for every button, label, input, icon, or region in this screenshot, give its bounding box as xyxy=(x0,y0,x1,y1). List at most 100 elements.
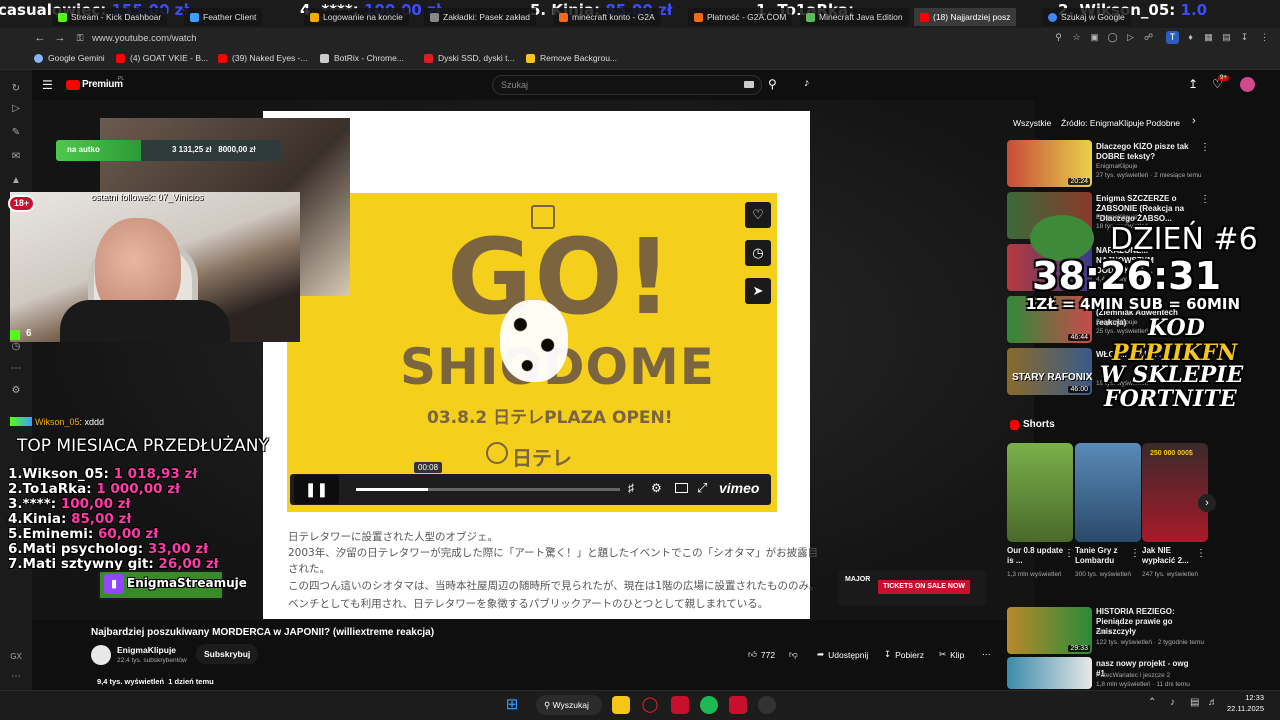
browser-tab-active[interactable]: (18) Najjardziej posz xyxy=(914,8,1017,26)
channel-name[interactable]: EnigmaKlipuje xyxy=(117,645,176,655)
vimeo-logo[interactable]: vimeo xyxy=(719,480,759,496)
short-thumbnail[interactable] xyxy=(1142,443,1208,542)
youtube-logo-icon[interactable] xyxy=(66,80,80,90)
share-icon[interactable]: ➤ xyxy=(745,278,771,304)
short-thumbnail[interactable] xyxy=(1007,443,1073,542)
network-icon[interactable]: ▤ xyxy=(1190,697,1199,708)
short-title[interactable]: Tanie Gry z Lombardu xyxy=(1075,546,1131,566)
short-title[interactable]: Jak NIE wypłacić 2... xyxy=(1142,546,1198,566)
pip-icon[interactable] xyxy=(675,483,688,493)
mute-icon[interactable]: ♯ xyxy=(628,481,634,495)
tray-chevron-icon[interactable]: ⌃ xyxy=(1148,697,1156,708)
youtube-logo-text[interactable]: Premium xyxy=(82,79,123,90)
volume-icon[interactable]: ♬ xyxy=(1208,697,1218,708)
channel-avatar[interactable] xyxy=(91,645,111,665)
spotify-icon[interactable] xyxy=(700,696,718,714)
bookmark-item[interactable]: BotRix - Chrome... xyxy=(320,53,404,63)
windows-start-icon[interactable]: ⊞ xyxy=(503,696,521,714)
more-icon[interactable]: ⋮ xyxy=(1130,548,1140,559)
extension-icon[interactable]: T xyxy=(1166,31,1179,44)
bookmark-item[interactable]: Dyski SSD, dyski t... xyxy=(424,53,515,63)
app-icon[interactable] xyxy=(671,696,689,714)
video-channel[interactable]: EnigmaKlipuje xyxy=(1096,214,1138,221)
pause-button[interactable]: ❚❚ xyxy=(294,475,339,504)
clock-date[interactable]: 22.11.2025 xyxy=(1222,704,1264,713)
pip-icon[interactable] xyxy=(531,205,555,229)
browser-tab[interactable]: Minecraft Java Edition xyxy=(800,8,909,26)
bookmark-item[interactable]: (4) GOAT VKIE - B... xyxy=(116,53,208,63)
search-input[interactable]: Szukaj xyxy=(492,75,762,95)
play-icon[interactable]: ▷ xyxy=(1124,31,1137,44)
browser-tab[interactable]: Szukaj w Google xyxy=(1042,8,1131,26)
video-channel[interactable]: EnigmaKlipuje xyxy=(1096,319,1138,326)
keyboard-icon[interactable] xyxy=(744,81,754,88)
more-icon[interactable]: ⋮ xyxy=(1196,548,1206,559)
video-thumbnail[interactable] xyxy=(1007,657,1092,689)
player-icon[interactable]: ▷ xyxy=(9,102,23,116)
search-icon[interactable]: ⚲ xyxy=(768,77,777,91)
pen-icon[interactable]: ✎ xyxy=(9,126,23,140)
mic-tray-icon[interactable]: ♪ xyxy=(1170,697,1175,708)
ai-icon[interactable]: ▲ xyxy=(9,174,23,188)
fullscreen-icon[interactable]: ⤢ xyxy=(697,480,707,496)
like-heart-icon[interactable]: ♡ xyxy=(745,202,771,228)
opera-gx-icon[interactable]: ◯ xyxy=(641,696,659,714)
zoom-icon[interactable]: ⚲ xyxy=(1052,31,1065,44)
hamburger-icon[interactable]: ☰ xyxy=(42,78,53,92)
gx-icon[interactable]: GX xyxy=(9,650,23,664)
settings-icon[interactable]: ⚙ xyxy=(651,481,662,495)
more-icon[interactable]: ⋮ xyxy=(1200,194,1210,205)
avatar[interactable] xyxy=(1240,77,1255,92)
download-icon[interactable]: ↧ xyxy=(1238,31,1251,44)
voicemeeter-icon[interactable] xyxy=(729,696,747,714)
share-button[interactable]: ➦ Udostępnij xyxy=(817,649,868,660)
shield-icon[interactable]: ☍ xyxy=(1142,31,1155,44)
filter-chip-related[interactable]: Podobne xyxy=(1146,118,1180,128)
filter-chip-all[interactable]: Wszystkie xyxy=(1013,118,1051,128)
bookmark-item[interactable]: Remove Backgrou... xyxy=(526,53,617,63)
subscribe-button[interactable]: Subskrybuj xyxy=(196,644,259,664)
extension-icon[interactable]: ♦ xyxy=(1184,31,1197,44)
settings-icon[interactable]: ⚙ xyxy=(9,384,23,398)
filter-chip-source[interactable]: Źródło: EnigmaKlipuje xyxy=(1061,118,1144,128)
video-thumbnail[interactable]: 20:24 xyxy=(1007,140,1092,187)
menu-icon[interactable]: ⋮ xyxy=(1258,31,1271,44)
short-title[interactable]: Our 0.8 update is ... xyxy=(1007,546,1063,566)
watch-later-icon[interactable]: ◷ xyxy=(745,240,771,266)
mail-icon[interactable]: ✉ xyxy=(9,150,23,164)
more-icon[interactable]: ⋮ xyxy=(1064,548,1074,559)
download-button[interactable]: ↧ Pobierz xyxy=(884,649,924,660)
forward-icon[interactable]: → xyxy=(52,30,68,46)
chevron-right-icon[interactable]: › xyxy=(1192,115,1196,127)
more-icon[interactable]: ⋯ xyxy=(9,670,23,684)
clock-icon[interactable]: ◷ xyxy=(9,340,23,354)
bookmark-item[interactable]: (39) Naked Eyes -... xyxy=(218,53,308,63)
video-channel[interactable]: EnigmaKlipuje xyxy=(1096,163,1138,170)
video-channel[interactable]: PatecWariatec i jeszcze 2 xyxy=(1096,672,1170,679)
browser-tab[interactable]: Logowanie na koncie xyxy=(304,8,409,26)
history-icon[interactable]: ↻ xyxy=(9,82,23,96)
dislike-button[interactable]: 👎︎ xyxy=(789,649,798,660)
puzzle-icon[interactable]: ▦ xyxy=(1202,31,1215,44)
browser-tab[interactable]: Stream - Kick Dashboar xyxy=(52,8,168,26)
chevron-right-icon[interactable]: › xyxy=(1198,494,1216,512)
video-thumbnail[interactable]: 29:33 xyxy=(1007,607,1092,654)
short-thumbnail[interactable] xyxy=(1075,443,1141,542)
upload-icon[interactable]: ↥ xyxy=(1188,77,1198,91)
like-button[interactable]: 👍︎ 772 xyxy=(748,649,775,660)
browser-tab[interactable]: Feather Client xyxy=(184,8,263,26)
taskbar-search[interactable]: ⚲ Wyszukaj xyxy=(536,695,602,715)
bookmark-star-icon[interactable]: ☆ xyxy=(1070,31,1083,44)
video-channel[interactable]: Gaks xyxy=(1096,629,1111,636)
more-icon[interactable]: ⋯ xyxy=(9,362,23,376)
back-icon[interactable]: ← xyxy=(32,30,48,46)
bookmark-item[interactable]: Google Gemini xyxy=(34,53,105,63)
url-field[interactable]: www.youtube.com/watch xyxy=(92,31,392,46)
browser-tab[interactable]: Zakładki: Pasek zakład xyxy=(424,8,536,26)
more-icon[interactable]: ⋮ xyxy=(1200,142,1210,153)
video-title[interactable]: Dlaczego KIZO pisze tak DOBRE teksty? xyxy=(1096,142,1196,162)
sidebar-icon[interactable]: ▤ xyxy=(1220,31,1233,44)
obs-icon[interactable] xyxy=(758,696,776,714)
mic-icon[interactable]: ♪ xyxy=(804,77,810,89)
extension-icon[interactable]: ◯ xyxy=(1106,31,1119,44)
